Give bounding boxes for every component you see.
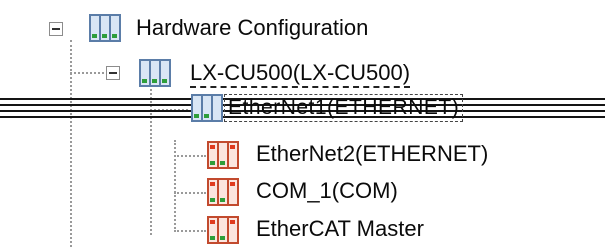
collapse-toggle-controller[interactable] <box>106 66 120 80</box>
ethernet-module-icon <box>191 94 223 122</box>
tree-connector <box>150 85 152 235</box>
tree-node-ethernet2[interactable]: EtherNet2(ETHERNET) <box>256 141 488 167</box>
tree-node-com1[interactable]: COM_1(COM) <box>256 178 398 204</box>
tree-node-ethernet1[interactable]: EtherNet1(ETHERNET) <box>224 94 464 122</box>
tree-connector <box>174 230 206 232</box>
tree-node-ethercat-master[interactable]: EtherCAT Master <box>256 216 424 242</box>
hardware-config-icon <box>89 14 121 42</box>
tree-connector <box>174 155 206 157</box>
tree-connector <box>174 140 176 232</box>
tree-connector <box>174 192 206 194</box>
ethernet-module-icon <box>207 141 239 169</box>
hardware-tree: Hardware Configuration LX-CU500(LX-CU500… <box>0 0 605 247</box>
tree-node-controller[interactable]: LX-CU500(LX-CU500) <box>190 60 411 88</box>
tree-connector <box>70 72 104 74</box>
ethercat-master-icon <box>207 216 239 244</box>
com-port-icon <box>207 178 239 206</box>
tree-node-hardware-configuration[interactable]: Hardware Configuration <box>136 15 368 41</box>
collapse-toggle-root[interactable] <box>49 22 63 36</box>
controller-icon <box>139 59 171 87</box>
